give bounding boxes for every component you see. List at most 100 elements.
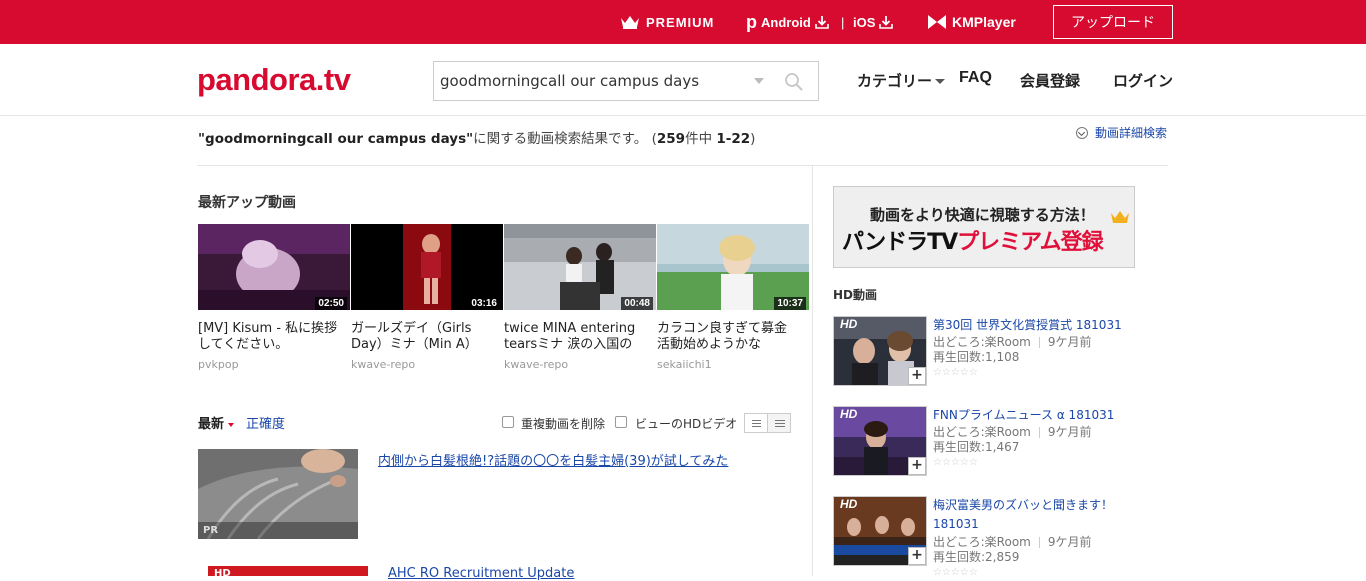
crown-icon bbox=[1111, 211, 1129, 223]
p-logo-icon: p bbox=[746, 11, 757, 32]
hd-video-plays: 再生回数:1,108 bbox=[933, 350, 1020, 364]
video-title-link[interactable]: AHC RO Recruitment Update bbox=[388, 566, 574, 581]
hd-only-checkbox[interactable] bbox=[615, 416, 627, 428]
premium-label: PREMIUM bbox=[646, 14, 715, 30]
topbar-separator: | bbox=[841, 14, 845, 30]
video-duration: 03:16 bbox=[468, 297, 500, 310]
banner-line2: パンドラTVプレミアム登録 bbox=[842, 224, 1104, 256]
premium-banner[interactable]: 動画をより快適に視聴する方法！ パンドラTVプレミアム登録 bbox=[833, 186, 1135, 268]
video-uploader[interactable]: kwave-repo bbox=[351, 358, 415, 371]
pr-title-link[interactable]: 内側から白髪根絶!?話題の〇〇を白髪主婦(39)が試してみた bbox=[378, 450, 728, 469]
hd-badge: HD bbox=[840, 317, 858, 331]
nav-faq[interactable]: FAQ bbox=[959, 69, 992, 87]
kmplayer-logo-icon bbox=[928, 15, 946, 29]
hd-video-ago: 9ケ月前 bbox=[1047, 425, 1092, 439]
result-range: 1-22 bbox=[716, 131, 751, 147]
result-count-label: 件中 bbox=[685, 131, 713, 147]
add-icon[interactable]: + bbox=[908, 547, 926, 565]
video-title[interactable]: ガールズデイ（Girls Day）ミナ（Min A） bbox=[351, 321, 491, 353]
pr-label: PR bbox=[198, 522, 358, 539]
hd-badge: HD bbox=[840, 407, 858, 421]
divider bbox=[197, 165, 1168, 166]
ios-label: iOS bbox=[853, 14, 876, 30]
hd-video-plays: 再生回数:1,467 bbox=[933, 440, 1020, 454]
hd-video-meta: 出どころ:楽Room 9ケ月前 bbox=[933, 425, 1092, 440]
hd-video-thumbnail[interactable]: HD + bbox=[833, 406, 927, 476]
caret-down-icon bbox=[228, 422, 235, 427]
hd-video-ago: 9ケ月前 bbox=[1047, 335, 1092, 349]
list-view-button[interactable] bbox=[744, 413, 768, 433]
result-suffix: に関する動画検索結果です。 bbox=[473, 131, 648, 147]
nav-login[interactable]: ログイン bbox=[1113, 70, 1173, 91]
top-bar: PREMIUM p Android | iOS KMPlayer アップロード bbox=[0, 0, 1366, 44]
kmplayer-link[interactable]: KMPlayer bbox=[928, 0, 1016, 44]
video-duration: 00:48 bbox=[621, 297, 653, 310]
chevron-down-icon bbox=[935, 79, 946, 84]
search-input[interactable] bbox=[434, 62, 734, 100]
hd-badge: HD bbox=[214, 568, 231, 579]
video-thumbnail[interactable]: 10:37 bbox=[657, 224, 809, 310]
nav-register[interactable]: 会員登録 bbox=[1020, 70, 1080, 91]
hd-video-thumbnail[interactable]: HD + bbox=[833, 316, 927, 386]
video-uploader[interactable]: pvkpop bbox=[198, 358, 239, 371]
column-divider bbox=[812, 166, 813, 576]
android-download-link[interactable]: p Android bbox=[746, 0, 829, 44]
banner-line2-b: プレミアム登録 bbox=[957, 230, 1103, 255]
video-title[interactable]: [MV] Kisum - 私に挨拶してください。 bbox=[198, 321, 338, 353]
add-icon[interactable]: + bbox=[908, 457, 926, 475]
kmplayer-label: KMPlayer bbox=[952, 14, 1016, 30]
hd-video-source: 出どころ:楽Room bbox=[933, 535, 1031, 549]
result-close-paren: ) bbox=[750, 131, 756, 147]
add-icon[interactable]: + bbox=[908, 367, 926, 385]
hd-video-ago: 9ケ月前 bbox=[1047, 535, 1092, 549]
result-query: "goodmorningcall our campus days" bbox=[198, 131, 474, 147]
hd-video-source: 出どころ:楽Room bbox=[933, 425, 1031, 439]
nav-category-label: カテゴリー bbox=[857, 72, 933, 90]
hd-section-title: HD動画 bbox=[833, 288, 878, 302]
latest-section-title: 最新アップ動画 bbox=[198, 195, 296, 211]
pr-thumbnail[interactable]: PR bbox=[198, 449, 358, 539]
hd-video-title[interactable]: FNNプライムニュース α 181031 bbox=[933, 406, 1133, 425]
list-view-icon bbox=[752, 420, 761, 421]
detail-view-icon bbox=[775, 420, 785, 421]
header: pandora.tv カテゴリー FAQ 会員登録 ログイン bbox=[0, 44, 1366, 116]
video-uploader[interactable]: sekaiichi1 bbox=[657, 358, 712, 371]
nav-category[interactable]: カテゴリー bbox=[857, 70, 946, 91]
banner-line2-a: パンドラTV bbox=[842, 230, 958, 255]
search-dropdown-icon[interactable] bbox=[754, 78, 764, 84]
remove-duplicates-label: 重複動画を削除 bbox=[521, 417, 606, 431]
rating-stars: ☆☆☆☆☆ bbox=[933, 367, 978, 378]
sort-newest[interactable]: 最新 bbox=[198, 413, 235, 432]
hd-video-thumbnail[interactable]: HD + bbox=[833, 496, 927, 566]
advanced-search-link[interactable]: 動画詳細検索 bbox=[1076, 124, 1167, 141]
premium-link[interactable]: PREMIUM bbox=[620, 0, 714, 44]
hd-badge: HD bbox=[840, 497, 858, 511]
video-thumbnail[interactable]: HD bbox=[208, 566, 368, 579]
advanced-search-label: 動画詳細検索 bbox=[1095, 126, 1168, 140]
download-icon bbox=[815, 16, 829, 29]
hd-video-title[interactable]: 第30回 世界文化賞授賞式 181031 bbox=[933, 316, 1133, 335]
video-title[interactable]: カラコン良すぎて募金活動始めようかな bbox=[657, 321, 797, 353]
sort-newest-label: 最新 bbox=[198, 417, 225, 432]
video-duration: 02:50 bbox=[315, 297, 347, 310]
video-thumbnail[interactable]: 02:50 bbox=[198, 224, 350, 310]
download-icon bbox=[879, 16, 894, 29]
video-title[interactable]: twice MINA entering tearsミナ 涙の入国の bbox=[504, 321, 644, 353]
search-icon[interactable] bbox=[784, 72, 804, 92]
sort-accuracy[interactable]: 正確度 bbox=[246, 413, 285, 432]
hd-video-plays: 再生回数:2,859 bbox=[933, 550, 1020, 564]
rating-stars: ☆☆☆☆☆ bbox=[933, 567, 978, 578]
hd-video-meta: 出どころ:楽Room 9ケ月前 bbox=[933, 535, 1092, 550]
video-uploader[interactable]: kwave-repo bbox=[504, 358, 568, 371]
hd-video-title[interactable]: 梅沢富美男のズバッと聞きます！ 181031 bbox=[933, 496, 1133, 534]
ios-download-link[interactable]: iOS bbox=[853, 0, 894, 44]
video-thumbnail[interactable]: 03:16 bbox=[351, 224, 503, 310]
video-thumbnail[interactable]: 00:48 bbox=[504, 224, 656, 310]
detail-view-button[interactable] bbox=[767, 413, 791, 433]
remove-duplicates-checkbox[interactable] bbox=[502, 416, 514, 428]
rating-stars: ☆☆☆☆☆ bbox=[933, 457, 978, 468]
result-count: 259 bbox=[656, 131, 686, 147]
upload-button[interactable]: アップロード bbox=[1053, 5, 1173, 39]
site-logo[interactable]: pandora.tv bbox=[197, 62, 351, 98]
android-label: Android bbox=[761, 14, 811, 30]
